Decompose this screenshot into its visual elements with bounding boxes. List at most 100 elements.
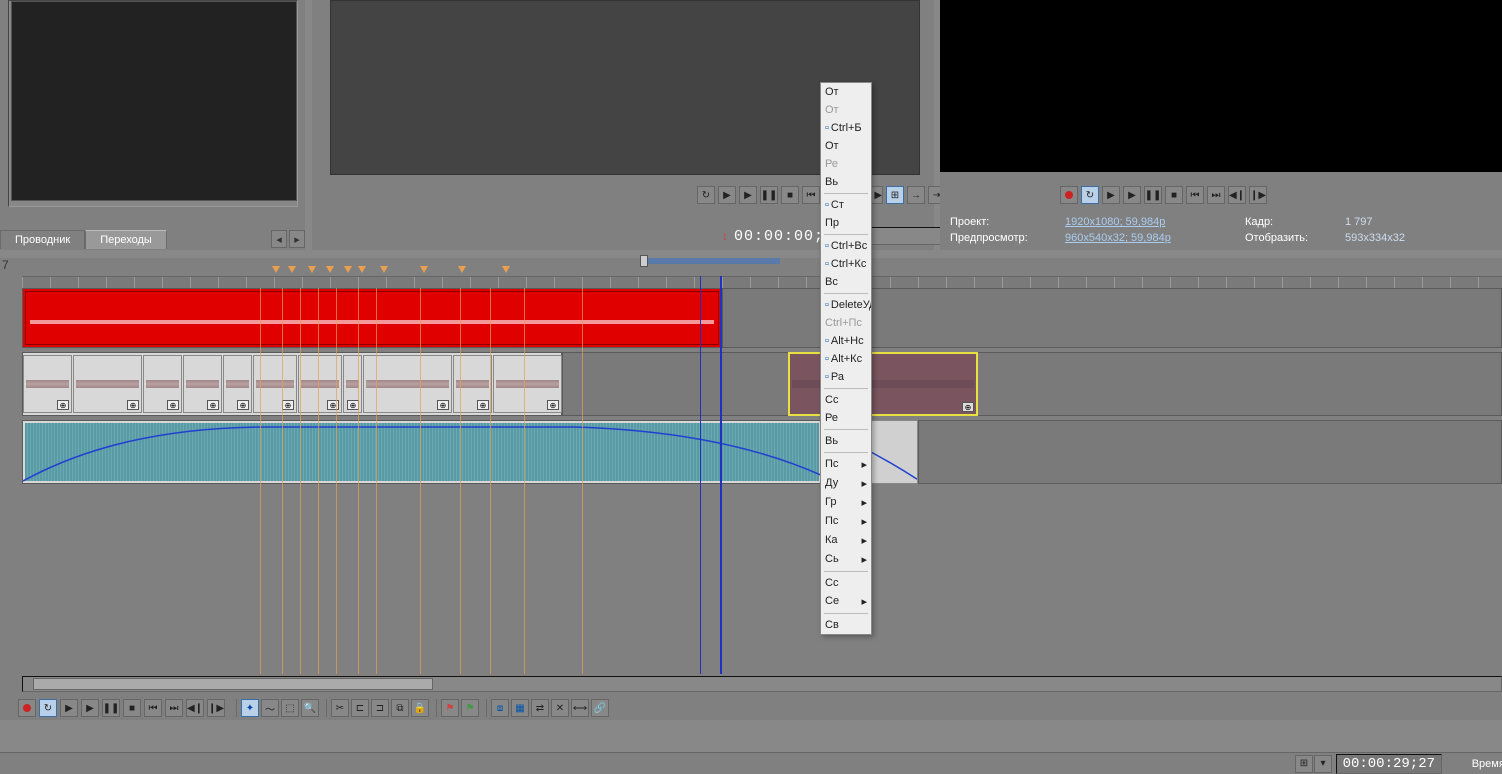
autocross-icon[interactable]: ✕: [551, 699, 569, 717]
menu-item[interactable]: Сс: [821, 391, 871, 409]
menu-item[interactable]: Вь: [821, 432, 871, 450]
menu-item[interactable]: ▫Ctrl+Б: [821, 119, 871, 137]
video-clip[interactable]: ⊕: [493, 355, 562, 413]
cut-icon[interactable]: ✂: [331, 699, 349, 717]
status-timecode[interactable]: 00:00:29;27: [1336, 754, 1442, 774]
preview-end-icon[interactable]: ⏭: [1207, 186, 1225, 204]
envelope-tool-icon[interactable]: 〜: [261, 699, 279, 717]
lock-env-icon[interactable]: 🔗: [591, 699, 609, 717]
menu-item[interactable]: Св: [821, 616, 871, 634]
clip-fx-handle[interactable]: ⊕: [282, 400, 294, 410]
menu-item[interactable]: ▫Ра: [821, 368, 871, 386]
tl-record-icon[interactable]: [18, 699, 36, 717]
timeline-marker[interactable]: [420, 266, 428, 273]
playhead-cursor-2[interactable]: [700, 276, 701, 674]
play-icon[interactable]: ▶: [718, 186, 736, 204]
selection-tool-icon[interactable]: ⬚: [281, 699, 299, 717]
pause-icon[interactable]: ❚❚: [760, 186, 778, 204]
video-clip[interactable]: ⊕: [23, 355, 72, 413]
video-clip[interactable]: ⊕: [343, 355, 362, 413]
selected-clip-handle[interactable]: ⊕: [962, 402, 974, 412]
tl-loop-icon[interactable]: ↻: [39, 699, 57, 717]
insert-icon[interactable]: →: [907, 186, 925, 204]
autoripple-icon[interactable]: ⇄: [531, 699, 549, 717]
preview-loop-icon[interactable]: ↻: [1081, 186, 1099, 204]
tl-prevf-icon[interactable]: ◀❙: [186, 699, 204, 717]
clip-fx-handle[interactable]: ⊕: [57, 400, 69, 410]
clip-fx-handle[interactable]: ⊕: [547, 400, 559, 410]
clip-fx-handle[interactable]: ⊕: [437, 400, 449, 410]
clip-fx-handle[interactable]: ⊕: [127, 400, 139, 410]
tl-play-icon[interactable]: ▶: [60, 699, 78, 717]
playhead-cursor[interactable]: [720, 276, 722, 674]
lock-icon[interactable]: 🔒: [411, 699, 429, 717]
video-track-2[interactable]: ⊕ ⊕ ⊕ ⊕ ⊕ ⊕ ⊕ ⊕ ⊕ ⊕ ⊕: [22, 352, 562, 416]
project-value[interactable]: 1920x1080; 59,984p: [1065, 216, 1245, 228]
ripple-edit-icon[interactable]: ⟷: [571, 699, 589, 717]
preview-play-icon[interactable]: ▶: [1102, 186, 1120, 204]
menu-item[interactable]: Сь▸: [821, 550, 871, 569]
preview-stop-icon[interactable]: ■: [1165, 186, 1183, 204]
audio-track[interactable]: [22, 420, 822, 484]
track1-clip[interactable]: [25, 291, 719, 345]
go-start-icon[interactable]: ⏮: [802, 186, 820, 204]
tl-play2-icon[interactable]: ▶: [81, 699, 99, 717]
tl-pause-icon[interactable]: ❚❚: [102, 699, 120, 717]
play-from-start-icon[interactable]: ▶: [739, 186, 757, 204]
tl-nextf-icon[interactable]: ❙▶: [207, 699, 225, 717]
menu-item[interactable]: ▫DeleteУд: [821, 296, 871, 314]
tab-explorer[interactable]: Проводник: [0, 230, 85, 249]
timeline-marker[interactable]: [358, 266, 366, 273]
menu-item[interactable]: ▫Ст: [821, 196, 871, 214]
zoom-tool-icon[interactable]: 🔍: [301, 699, 319, 717]
tab-transitions[interactable]: Переходы: [85, 230, 167, 249]
zoom-thumb[interactable]: [640, 255, 648, 267]
tab-prev[interactable]: ◂: [271, 230, 287, 248]
video-clip[interactable]: ⊕: [183, 355, 222, 413]
preview-value[interactable]: 960x540x32; 59,984p: [1065, 232, 1245, 244]
video-clip[interactable]: ⊕: [453, 355, 492, 413]
menu-item[interactable]: Пс▸: [821, 512, 871, 531]
timeline-marker[interactable]: [502, 266, 510, 273]
timeline-scrollbar[interactable]: [22, 676, 1502, 692]
menu-item[interactable]: Пр: [821, 214, 871, 232]
quantize-icon[interactable]: ▦: [511, 699, 529, 717]
menu-item[interactable]: Вс: [821, 273, 871, 291]
menu-item[interactable]: Ре: [821, 409, 871, 427]
video-clip[interactable]: ⊕: [73, 355, 142, 413]
video-track-1[interactable]: [22, 288, 722, 348]
timeline-scroll-thumb[interactable]: [33, 678, 433, 690]
menu-item[interactable]: Сс: [821, 574, 871, 592]
menu-item[interactable]: Пс▸: [821, 455, 871, 474]
clip-fx-handle[interactable]: ⊕: [327, 400, 339, 410]
menu-item[interactable]: Вь: [821, 173, 871, 191]
menu-item[interactable]: От: [821, 137, 871, 155]
trim-start-icon[interactable]: ⊏: [351, 699, 369, 717]
menu-item[interactable]: ▫Alt+Кс: [821, 350, 871, 368]
stop-icon[interactable]: ■: [781, 186, 799, 204]
tab-next[interactable]: ▸: [289, 230, 305, 248]
marker-icon[interactable]: ⚑: [441, 699, 459, 717]
timeline-marker[interactable]: [308, 266, 316, 273]
menu-item[interactable]: Ду▸: [821, 474, 871, 493]
menu-item[interactable]: ▫Ctrl+Кс: [821, 255, 871, 273]
clip-fx-handle[interactable]: ⊕: [207, 400, 219, 410]
normal-edit-icon[interactable]: ✦: [241, 699, 259, 717]
menu-item[interactable]: ▫Ctrl+Вс: [821, 237, 871, 255]
split-icon[interactable]: ⧉: [391, 699, 409, 717]
preview-start-icon[interactable]: ⏮: [1186, 186, 1204, 204]
tl-stop-icon[interactable]: ■: [123, 699, 141, 717]
clip-fx-handle[interactable]: ⊕: [167, 400, 179, 410]
menu-item[interactable]: Ка▸: [821, 531, 871, 550]
status-btn1[interactable]: ⊞: [1295, 755, 1313, 773]
clip-fx-handle[interactable]: ⊕: [237, 400, 249, 410]
audio-track-empty[interactable]: [918, 420, 1502, 484]
clip-fx-handle[interactable]: ⊕: [477, 400, 489, 410]
preview-play2-icon[interactable]: ▶: [1123, 186, 1141, 204]
tl-start-icon[interactable]: ⏮: [144, 699, 162, 717]
zoom-slider[interactable]: [640, 258, 780, 264]
timeline-marker[interactable]: [380, 266, 388, 273]
menu-item[interactable]: Гр▸: [821, 493, 871, 512]
preview-prevf-icon[interactable]: ◀❙: [1228, 186, 1246, 204]
video-clip[interactable]: ⊕: [223, 355, 252, 413]
